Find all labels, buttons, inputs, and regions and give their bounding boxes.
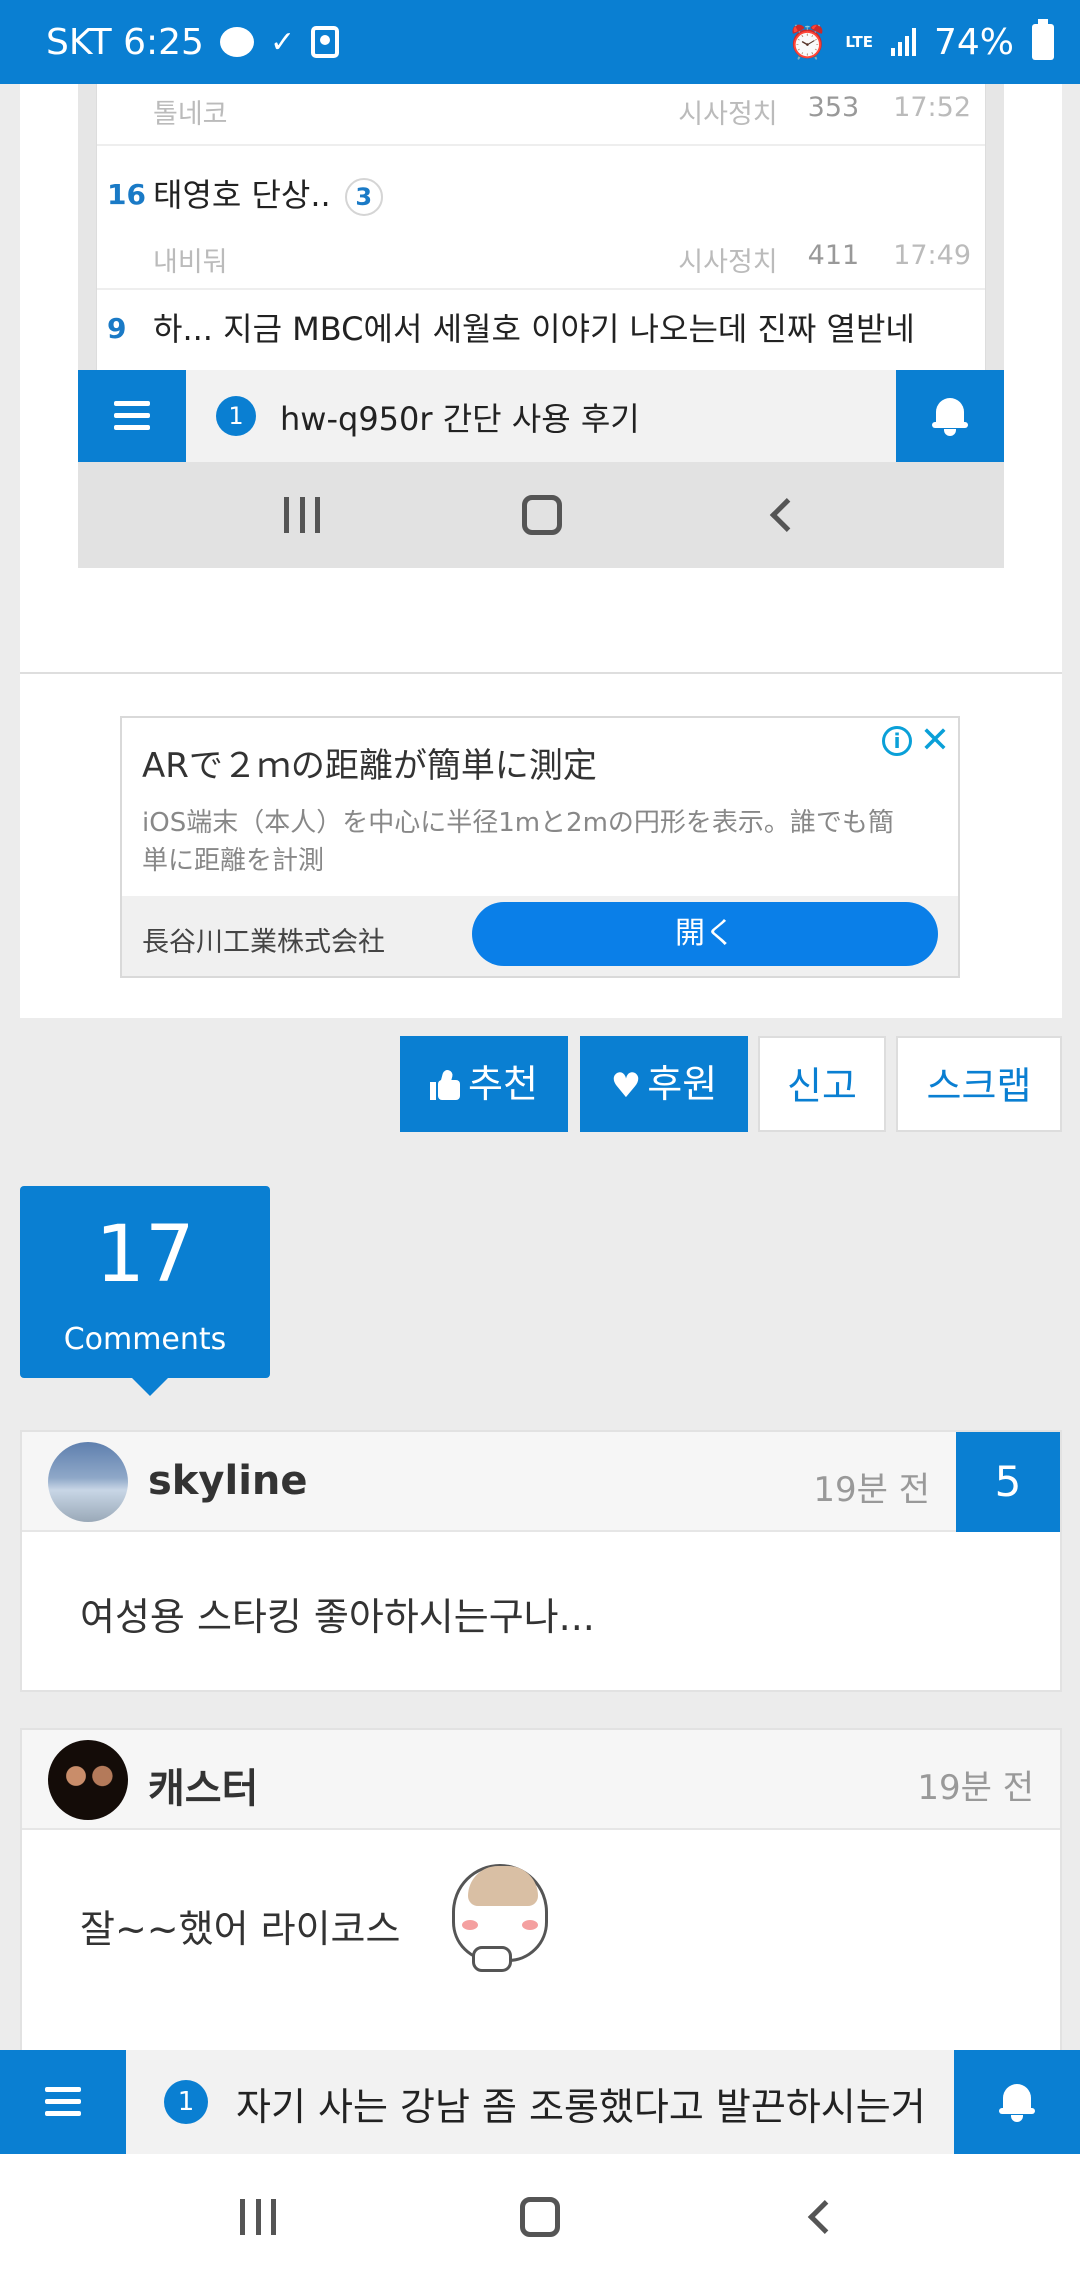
list-item: 9 하... 지금 MBC에서 세월호 이야기 나오는데 진짜 열받네 — [97, 292, 985, 370]
bottom-bar: 1 자기 사는 강남 좀 조롱했다고 발끈하시는거... — [0, 2050, 1080, 2154]
ad-close-icon[interactable]: ✕ — [920, 720, 950, 761]
avatar[interactable] — [48, 1740, 128, 1820]
sticker-emoticon — [448, 1860, 552, 1976]
comment-header: 캐스터 19분 전 — [22, 1730, 1060, 1830]
list-item: 톨네코 시사정치 353 17:52 — [97, 84, 985, 146]
list-item-number: 16 — [107, 178, 146, 211]
list-item-time: 17:52 — [893, 92, 971, 123]
list-item-time: 17:49 — [893, 240, 971, 271]
recommend-label: 추천 — [468, 1062, 538, 1106]
comments-count: 17 — [95, 1210, 195, 1300]
comments-count-box: 17 Comments — [20, 1186, 270, 1396]
home-button[interactable] — [520, 2197, 560, 2237]
comment-time: 19분 전 — [917, 1768, 1034, 1808]
list-item-title: 태영호 단상.. — [153, 176, 331, 214]
comments-label: Comments — [63, 1322, 227, 1357]
avatar[interactable] — [48, 1442, 128, 1522]
menu-icon — [45, 2087, 81, 2117]
embedded-menu-button — [78, 370, 186, 462]
battery-percent: 74% — [933, 21, 1014, 63]
list-item-views: 353 — [807, 92, 860, 123]
recommend-button[interactable]: 추천 — [400, 1036, 568, 1132]
list-item-author: 톨네코 — [153, 99, 228, 130]
list-item-views: 411 — [807, 240, 860, 271]
notification-button[interactable] — [954, 2050, 1080, 2154]
comment-body: 잘~~했어 라이코스 — [80, 1907, 401, 1951]
comment-time: 19분 전 — [813, 1470, 930, 1510]
embedded-bell-button — [896, 370, 1004, 462]
list-item-category: 시사정치 — [678, 99, 778, 130]
report-button[interactable]: 신고 — [758, 1036, 886, 1132]
comment-header: skyline 19분 전 5 — [22, 1432, 1060, 1532]
bottom-bar-title[interactable]: 자기 사는 강남 좀 조롱했다고 발끈하시는거... — [236, 2076, 926, 2131]
notification-badge[interactable]: 1 — [164, 2080, 208, 2124]
carrier-time: SKT 6:25 — [46, 21, 204, 63]
screen-record-icon — [311, 26, 340, 58]
ad-card: ARで２ｍの距離が簡単に測定 i ✕ iOS端末（本人）を中心に半径1mと2mの… — [20, 672, 1062, 1018]
bell-icon — [999, 2082, 1035, 2122]
list-item-category: 시사정치 — [678, 247, 778, 278]
list-item-author: 내비둬 — [153, 247, 228, 278]
comment-score-badge: 5 — [956, 1432, 1060, 1532]
comment-body: 여성용 스타킹 좋아하시는구나... — [80, 1595, 595, 1639]
ad-open-button[interactable]: 開く — [472, 902, 938, 966]
embedded-post-list: 톨네코 시사정치 353 17:52 16 태영호 단상.. 3 내비둬 시사정치… — [96, 84, 986, 370]
ad-advertiser: 長谷川工業株式会社 — [142, 927, 385, 958]
lte-icon: LTE — [845, 32, 873, 51]
recent-apps-button[interactable] — [240, 2199, 276, 2235]
back-icon — [769, 498, 804, 532]
list-item-number: 9 — [107, 312, 127, 345]
alarm-icon: ⏰ — [787, 23, 828, 61]
embedded-bar-title: hw-q950r 간단 사용 후기 — [280, 400, 640, 438]
comment-author[interactable]: skyline — [148, 1458, 308, 1504]
scrap-button[interactable]: 스크랩 — [896, 1036, 1062, 1132]
ad-banner[interactable]: ARで２ｍの距離が簡単に測定 i ✕ iOS端末（本人）を中心に半径1mと2mの… — [120, 716, 960, 978]
recent-apps-icon — [284, 497, 320, 533]
ad-info-icon[interactable]: i — [882, 726, 912, 756]
thumbs-up-icon — [430, 1068, 461, 1100]
support-button[interactable]: ♥ 후원 — [580, 1036, 748, 1132]
chat-icon — [219, 27, 254, 57]
signal-icon — [890, 28, 916, 56]
status-bar: SKT 6:25 ✓ ⏰ LTE 74% — [0, 0, 1080, 84]
embedded-nav-bar — [78, 462, 1004, 568]
bell-icon — [932, 396, 968, 436]
support-label: 후원 — [647, 1062, 718, 1106]
back-button[interactable] — [807, 2200, 842, 2234]
comment-item: skyline 19분 전 5 여성용 스타킹 좋아하시는구나... — [20, 1430, 1062, 1692]
embedded-bottom-bar: 1 hw-q950r 간단 사용 후기 — [78, 370, 1004, 462]
home-icon — [522, 495, 562, 535]
comment-author[interactable]: 캐스터 — [148, 1756, 258, 1814]
system-nav-bar — [0, 2154, 1080, 2280]
battery-icon — [1032, 19, 1054, 60]
menu-button[interactable] — [0, 2050, 126, 2154]
menu-icon — [114, 401, 150, 431]
comment-count-badge: 3 — [344, 178, 383, 216]
list-item: 16 태영호 단상.. 3 내비둬 시사정치 411 17:49 — [97, 148, 985, 290]
embedded-notification-badge: 1 — [216, 396, 256, 436]
ad-title[interactable]: ARで２ｍの距離が簡単に測定 — [142, 738, 597, 787]
heart-icon: ♥ — [610, 1066, 642, 1106]
ad-footer: 長谷川工業株式会社 開く — [122, 896, 958, 976]
embedded-screenshot: 톨네코 시사정치 353 17:52 16 태영호 단상.. 3 내비둬 시사정치… — [78, 84, 1004, 568]
comment-item: 캐스터 19분 전 잘~~했어 라이코스 — [20, 1728, 1062, 2058]
ad-description: iOS端末（本人）を中心に半径1mと2mの円形を表示。誰でも簡単に距離を計測 — [142, 808, 894, 876]
list-item-title: 하... 지금 MBC에서 세월호 이야기 나오는데 진짜 열받네 — [153, 310, 915, 348]
vibrate-icon: ✓ — [269, 24, 296, 60]
